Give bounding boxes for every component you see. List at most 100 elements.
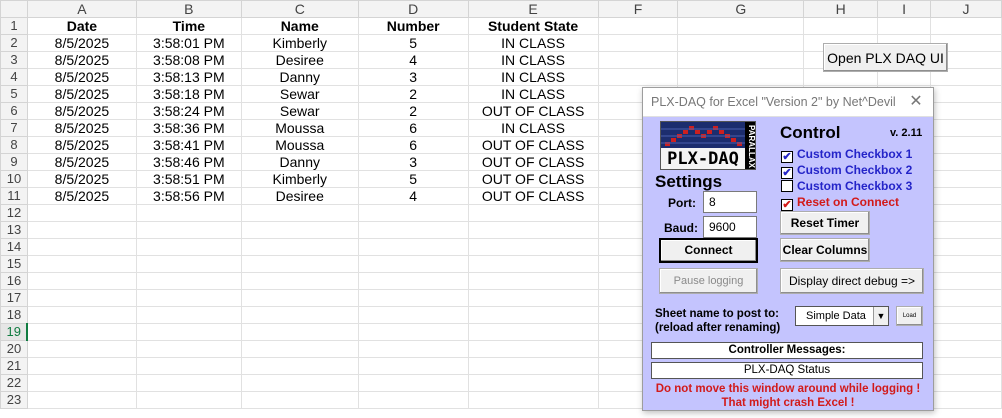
table-cell[interactable] — [240, 221, 359, 239]
table-cell[interactable] — [357, 357, 469, 375]
table-cell[interactable] — [930, 340, 1002, 358]
table-cell[interactable]: Kimberly — [240, 34, 359, 52]
table-cell[interactable] — [135, 340, 242, 358]
table-cell[interactable]: 3 — [357, 153, 469, 171]
row-header[interactable]: 7 — [0, 119, 28, 137]
table-cell[interactable]: OUT OF CLASS — [467, 187, 599, 205]
table-cell[interactable] — [930, 187, 1002, 205]
table-cell[interactable]: Danny — [240, 68, 359, 86]
table-cell[interactable] — [467, 204, 599, 222]
table-cell[interactable] — [930, 238, 1002, 256]
row-header[interactable]: 22 — [0, 374, 28, 392]
table-cell[interactable]: 3:58:24 PM — [135, 102, 242, 120]
table-cell[interactable] — [930, 119, 1002, 137]
column-header-i[interactable]: I — [877, 0, 932, 18]
row-header[interactable]: 21 — [0, 357, 28, 375]
table-cell[interactable] — [135, 306, 242, 324]
table-cell[interactable]: Name — [240, 17, 359, 35]
row-header[interactable]: 4 — [0, 68, 28, 86]
table-cell[interactable] — [357, 255, 469, 273]
table-cell[interactable]: Moussa — [240, 136, 359, 154]
row-header[interactable]: 10 — [0, 170, 28, 188]
table-cell[interactable] — [677, 68, 805, 86]
table-cell[interactable] — [26, 289, 137, 307]
load-button[interactable]: Load — [896, 306, 923, 326]
row-header[interactable]: 2 — [0, 34, 28, 52]
table-cell[interactable]: Moussa — [240, 119, 359, 137]
table-cell[interactable] — [467, 255, 599, 273]
reset-on-connect-checkbox[interactable]: ✔ Reset on Connect — [781, 195, 931, 211]
dialog-titlebar[interactable]: PLX-DAQ for Excel "Version 2" by Net^Dev… — [643, 88, 933, 117]
row-header[interactable]: 14 — [0, 238, 28, 256]
open-plx-daq-ui-button[interactable]: Open PLX DAQ UI — [823, 43, 948, 72]
select-all-corner[interactable] — [0, 0, 28, 18]
row-header[interactable]: 19 — [0, 323, 29, 341]
table-cell[interactable] — [467, 357, 599, 375]
table-cell[interactable]: 3 — [357, 68, 469, 86]
row-header[interactable]: 9 — [0, 153, 28, 171]
column-header-g[interactable]: G — [677, 0, 805, 18]
row-header[interactable]: 12 — [0, 204, 28, 222]
table-cell[interactable]: IN CLASS — [467, 119, 599, 137]
table-cell[interactable]: 3:58:36 PM — [135, 119, 242, 137]
table-cell[interactable] — [930, 255, 1002, 273]
table-cell[interactable] — [930, 102, 1002, 120]
row-header[interactable]: 1 — [0, 17, 28, 35]
table-cell[interactable]: OUT OF CLASS — [467, 153, 599, 171]
custom-checkbox-3[interactable]: Custom Checkbox 3 — [781, 179, 931, 194]
table-cell[interactable]: 3:58:51 PM — [135, 170, 242, 188]
table-cell[interactable] — [240, 255, 359, 273]
checkbox-box[interactable]: ✔ — [781, 199, 793, 211]
table-cell[interactable]: 8/5/2025 — [26, 68, 137, 86]
row-header[interactable]: 13 — [0, 221, 28, 239]
table-cell[interactable] — [930, 289, 1002, 307]
row-header[interactable]: 6 — [0, 102, 28, 120]
table-cell[interactable] — [135, 374, 242, 392]
table-cell[interactable] — [357, 306, 469, 324]
table-cell[interactable] — [357, 340, 469, 358]
table-cell[interactable] — [877, 17, 932, 35]
row-header[interactable]: 11 — [0, 187, 28, 205]
table-cell[interactable]: 6 — [357, 119, 469, 137]
table-cell[interactable] — [597, 51, 679, 69]
column-header-j[interactable]: J — [930, 0, 1002, 18]
table-cell[interactable] — [357, 238, 469, 256]
table-cell[interactable] — [135, 255, 242, 273]
table-cell[interactable] — [467, 374, 599, 392]
table-cell[interactable] — [26, 238, 137, 256]
row-header[interactable]: 18 — [0, 306, 28, 324]
table-cell[interactable] — [597, 34, 679, 52]
table-cell[interactable] — [467, 306, 599, 324]
row-header[interactable]: 8 — [0, 136, 28, 154]
table-cell[interactable] — [467, 272, 599, 290]
table-cell[interactable] — [240, 204, 359, 222]
table-cell[interactable] — [930, 374, 1002, 392]
table-cell[interactable]: Student State — [467, 17, 599, 35]
pause-logging-button[interactable]: Pause logging — [659, 268, 758, 294]
table-cell[interactable] — [26, 340, 137, 358]
table-cell[interactable] — [26, 306, 137, 324]
column-header-d[interactable]: D — [357, 0, 469, 18]
column-header-e[interactable]: E — [467, 0, 599, 18]
table-cell[interactable] — [26, 391, 137, 409]
table-cell[interactable]: IN CLASS — [467, 68, 599, 86]
table-cell[interactable]: 3:58:08 PM — [135, 51, 242, 69]
table-cell[interactable]: OUT OF CLASS — [467, 102, 599, 120]
table-cell[interactable] — [357, 374, 469, 392]
table-cell[interactable] — [135, 221, 242, 239]
table-cell[interactable] — [677, 17, 805, 35]
table-cell[interactable]: 3:58:56 PM — [135, 187, 242, 205]
column-header-f[interactable]: F — [597, 0, 679, 18]
table-cell[interactable]: 3:58:46 PM — [135, 153, 242, 171]
port-input[interactable]: 8 — [703, 191, 757, 213]
table-cell[interactable]: IN CLASS — [467, 85, 599, 103]
table-cell[interactable] — [930, 272, 1002, 290]
table-cell[interactable]: 4 — [357, 51, 469, 69]
clear-columns-button[interactable]: Clear Columns — [780, 238, 870, 262]
table-cell[interactable] — [357, 221, 469, 239]
table-cell[interactable] — [240, 238, 359, 256]
table-cell[interactable] — [467, 323, 599, 341]
table-cell[interactable] — [930, 204, 1002, 222]
table-cell[interactable] — [930, 221, 1002, 239]
table-cell[interactable]: Number — [357, 17, 469, 35]
